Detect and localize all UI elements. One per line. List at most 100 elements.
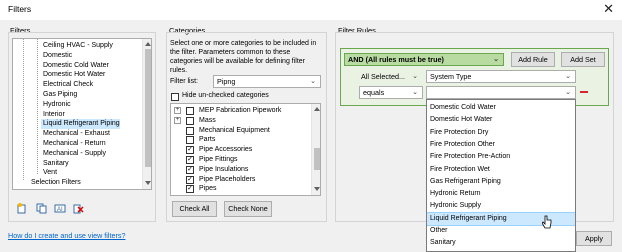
filter-item[interactable]: Gas Piping <box>41 90 77 100</box>
categories-scroll-thumb[interactable] <box>313 148 320 170</box>
dropdown-option[interactable]: Fire Protection Dry <box>427 127 575 139</box>
filters-scroll-thumb[interactable] <box>144 49 151 167</box>
expand-icon[interactable]: + <box>174 107 181 114</box>
dropdown-option[interactable]: Hydronic Return <box>427 188 575 200</box>
category-item[interactable]: + MEP Fabrication Pipework <box>171 106 311 116</box>
category-label: Pipe Accessories <box>199 146 253 154</box>
new-filter-icon[interactable] <box>17 203 28 214</box>
delete-filter-icon[interactable] <box>73 203 84 214</box>
selection-filters-node[interactable]: Selection Filters <box>31 178 81 188</box>
category-item[interactable]: ✓ Pipe Insulations <box>171 165 311 175</box>
svg-text:AI: AI <box>57 207 63 213</box>
check-none-button[interactable]: Check None <box>224 201 272 217</box>
category-checkbox[interactable]: ✓ <box>186 156 194 164</box>
category-scope-dropdown[interactable]: All Selected... ⌄ <box>357 70 423 83</box>
dropdown-option[interactable]: Domestic Hot Water <box>427 114 575 126</box>
chevron-down-icon: ⌄ <box>412 89 418 96</box>
filter-item[interactable]: Mechanical - Return <box>41 139 106 149</box>
category-item[interactable]: Mechanical Equipment <box>171 126 311 136</box>
category-checkbox[interactable]: ✓ <box>186 175 194 184</box>
rename-filter-icon[interactable]: AI <box>54 203 66 214</box>
dropdown-option[interactable]: Sanitary <box>427 237 575 249</box>
chevron-down-icon: ⌄ <box>310 78 316 85</box>
window-title: Filters <box>8 4 32 14</box>
filter-item[interactable]: Domestic Cold Water <box>41 61 109 71</box>
filter-list-dropdown[interactable]: Pipng ⌄ <box>213 75 321 88</box>
value-dropdown[interactable]: ⌄ <box>426 86 576 99</box>
dropdown-option[interactable]: Other <box>427 225 575 237</box>
title-bar <box>0 0 622 20</box>
category-label: Mechanical Equipment <box>199 126 270 134</box>
category-checkbox[interactable] <box>186 136 194 145</box>
filter-item[interactable]: Mechanical - Exhaust <box>41 129 110 139</box>
filter-item[interactable]: Hydronic <box>41 100 71 110</box>
mouse-cursor-icon <box>541 215 552 229</box>
category-item[interactable]: ✓ Pipes <box>171 184 311 194</box>
add-set-button[interactable]: Add Set <box>561 52 605 67</box>
filter-item[interactable]: Liquid Refrigerant Piping <box>41 119 120 130</box>
duplicate-filter-icon[interactable] <box>36 203 47 214</box>
category-checkbox[interactable]: ✓ <box>186 185 194 194</box>
dropdown-option[interactable]: Domestic Cold Water <box>427 102 575 114</box>
filter-list-label: Filter list: <box>170 78 198 85</box>
categories-scrollbar[interactable] <box>311 104 320 195</box>
category-label: Pipe Insulations <box>199 165 249 173</box>
logic-operator-dropdown[interactable]: AND (All rules must be true) ⌄ <box>344 53 504 66</box>
category-item[interactable]: + Mass <box>171 116 311 126</box>
remove-rule-icon[interactable] <box>580 91 588 93</box>
check-all-button[interactable]: Check All <box>172 201 217 217</box>
logic-operator-value: AND (All rules must be true) <box>348 55 444 64</box>
dropdown-option[interactable]: Gas Refrigerant Piping <box>427 176 575 188</box>
categories-tree[interactable]: + MEP Fabrication Pipework + Mass Mechanical… <box>170 103 321 196</box>
filter-item[interactable]: Vent <box>41 168 57 178</box>
category-item[interactable]: Parts <box>171 135 311 145</box>
close-icon[interactable]: ✕ <box>603 1 614 17</box>
dropdown-option[interactable]: Fire Protection Pre-Action <box>427 151 575 163</box>
category-label: Pipe Placeholders <box>199 175 256 183</box>
hide-unchecked-checkbox[interactable] <box>171 93 179 101</box>
filter-item[interactable]: Domestic <box>41 51 72 61</box>
dropdown-option[interactable]: Liquid Refrigerant Piping <box>427 211 575 227</box>
filters-tree[interactable]: Ceiling HVAC - Supply Domestic Domestic Co… <box>12 38 152 190</box>
category-checkbox[interactable]: ✓ <box>186 146 194 155</box>
category-item[interactable]: ✓ Pipe Accessories <box>171 145 311 155</box>
parameter-value: System Type <box>430 72 472 81</box>
operator-dropdown[interactable]: equals ⌄ <box>359 86 423 99</box>
category-label: MEP Fabrication Pipework <box>199 107 282 114</box>
add-rule-button[interactable]: Add Rule <box>511 52 555 67</box>
filter-item[interactable]: Interior <box>41 110 65 120</box>
operator-value: equals <box>363 88 385 97</box>
category-label: Parts <box>199 136 216 144</box>
category-checkbox[interactable]: ✓ <box>186 165 194 174</box>
filter-item[interactable]: Electrical Check <box>41 80 93 90</box>
category-label: Pipe Fittings <box>199 156 238 163</box>
category-scope-value: All Selected... <box>361 72 405 81</box>
chevron-down-icon: ⌄ <box>565 89 571 96</box>
help-link[interactable]: How do I create and use view filters? <box>8 231 125 240</box>
filters-scrollbar[interactable] <box>142 39 151 189</box>
filter-item[interactable]: Mechanical - Supply <box>41 149 106 159</box>
category-checkbox[interactable] <box>186 107 194 115</box>
category-item[interactable]: ✓ Pipe Placeholders <box>171 175 311 185</box>
chevron-down-icon: ⌄ <box>412 73 418 80</box>
chevron-down-icon: ⌄ <box>493 56 499 63</box>
category-label: Mass <box>199 116 216 124</box>
category-label: Pipes <box>199 185 217 193</box>
filter-item[interactable]: Ceiling HVAC - Supply <box>41 41 113 51</box>
hide-unchecked-label: Hide un-checked categories <box>182 92 269 99</box>
expand-icon[interactable]: + <box>174 116 181 124</box>
dropdown-option[interactable]: Fire Protection Other <box>427 139 575 151</box>
chevron-down-icon: ⌄ <box>565 73 571 80</box>
apply-button[interactable]: Apply <box>576 231 612 246</box>
category-item[interactable]: ✓ Pipe Fittings <box>171 155 311 165</box>
category-checkbox[interactable] <box>186 116 194 125</box>
filter-item[interactable]: Sanitary <box>41 159 69 169</box>
dropdown-option[interactable]: Fire Protection Wet <box>427 164 575 176</box>
parameter-dropdown[interactable]: System Type ⌄ <box>426 70 576 83</box>
value-dropdown-list[interactable]: Domestic Cold Water Domestic Hot Water Fir… <box>426 99 576 252</box>
filter-list-value: Pipng <box>217 77 236 86</box>
filter-item[interactable]: Domestic Hot Water <box>41 70 105 80</box>
dropdown-option[interactable]: Hydronic Supply <box>427 200 575 212</box>
categories-description: Select one or more categories to be incl… <box>170 40 317 74</box>
category-checkbox[interactable] <box>186 126 194 135</box>
